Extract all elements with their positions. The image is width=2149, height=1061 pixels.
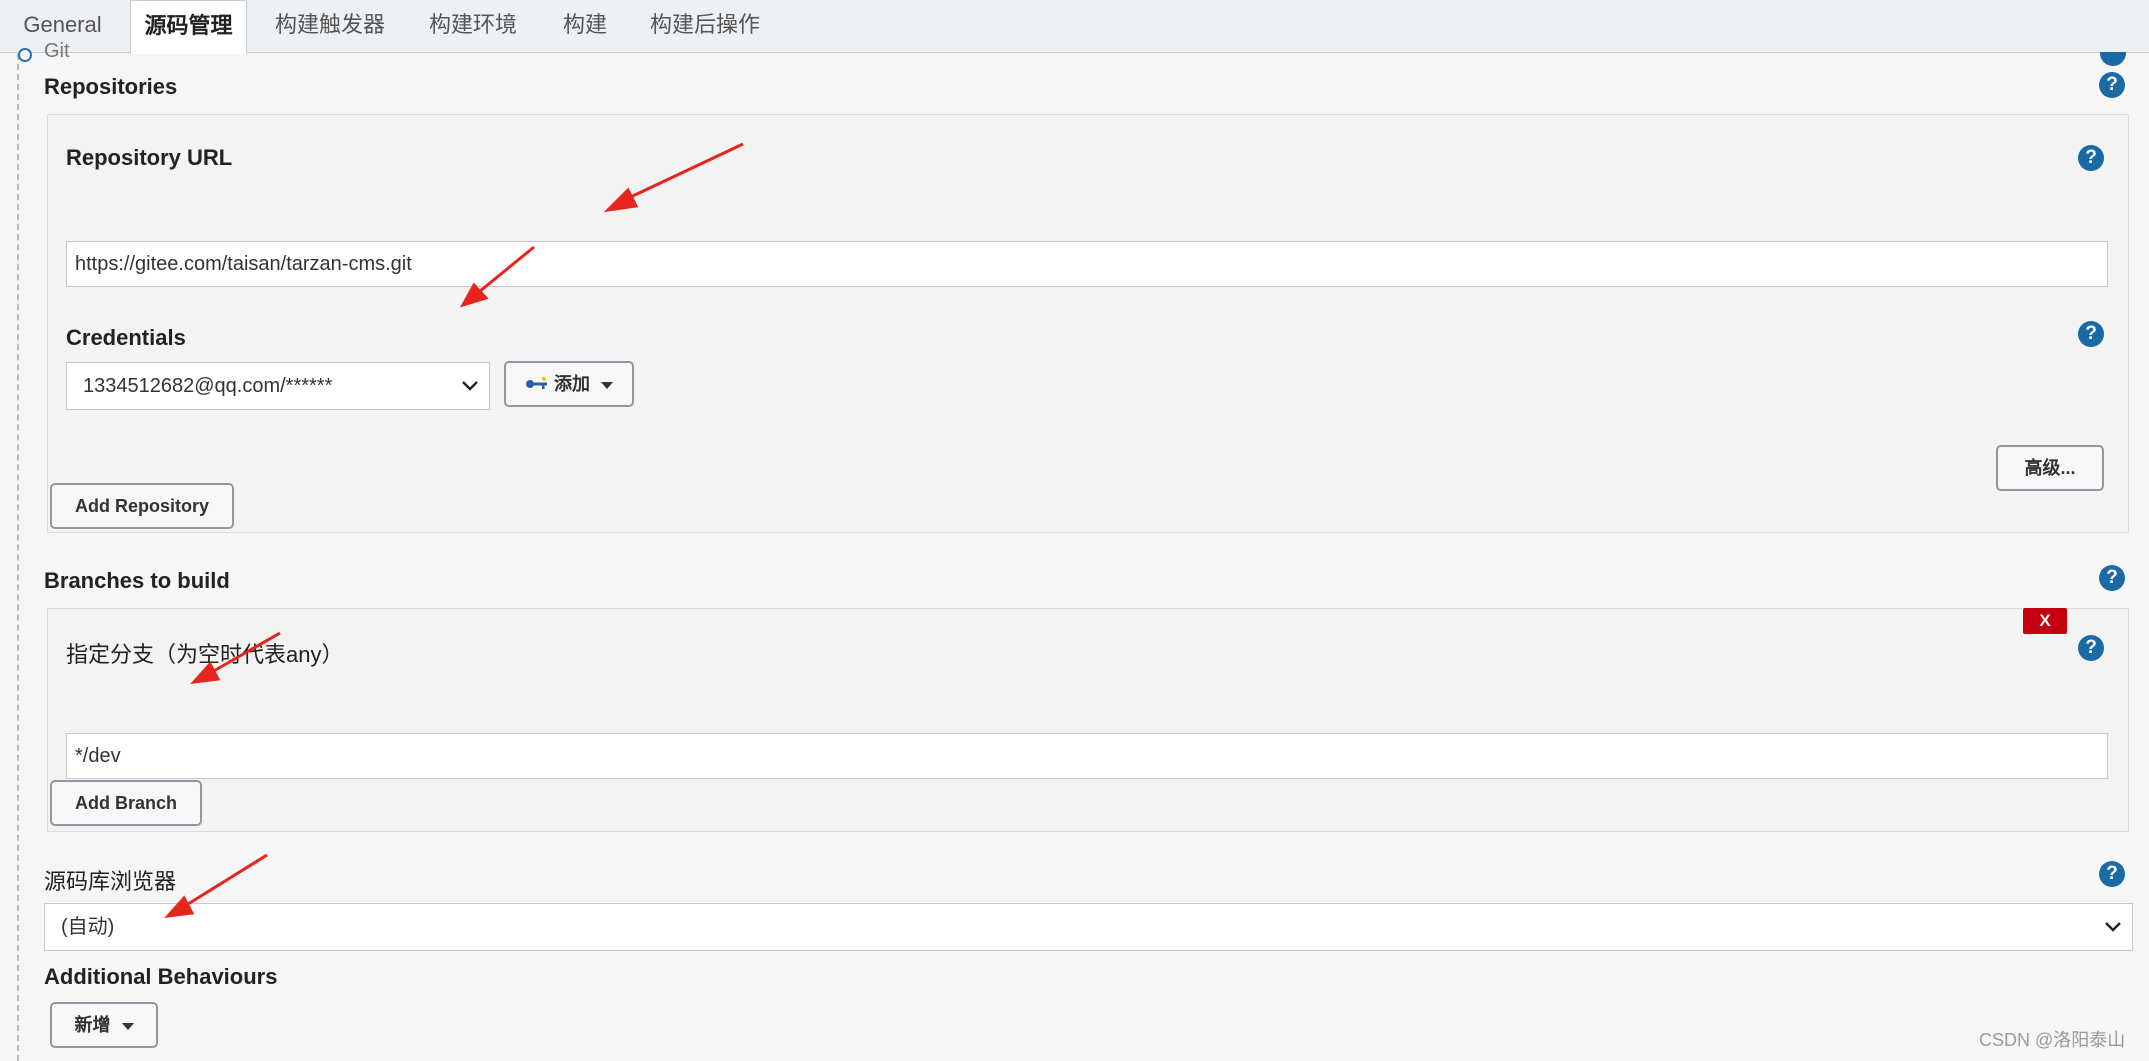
git-radio[interactable]: [18, 48, 32, 62]
tab-build-environment[interactable]: 构建环境: [418, 0, 528, 53]
tab-post-build[interactable]: 构建后操作: [640, 0, 770, 53]
help-icon[interactable]: ?: [2078, 145, 2104, 171]
branch-specifier-input[interactable]: */dev: [66, 733, 2108, 779]
chevron-down-icon: [2104, 904, 2122, 950]
key-icon: [525, 364, 549, 406]
help-icon[interactable]: ?: [2099, 861, 2125, 887]
branches-label: Branches to build: [44, 568, 230, 593]
help-icon[interactable]: ?: [2099, 72, 2125, 98]
add-credentials-button[interactable]: 添加: [504, 361, 634, 407]
repository-url-label: Repository URL: [66, 145, 233, 170]
caret-down-icon: [601, 381, 614, 389]
tab-bar: General 源码管理 构建触发器 构建环境 构建 构建后操作: [0, 0, 2149, 54]
tab-build[interactable]: 构建: [550, 0, 620, 53]
help-icon[interactable]: ?: [2099, 565, 2125, 591]
git-label: Git: [44, 40, 70, 62]
add-repository-button[interactable]: Add Repository: [50, 483, 234, 529]
repo-browser-select[interactable]: (自动): [44, 903, 2133, 951]
repo-browser-value: (自动): [61, 916, 115, 938]
add-behaviour-label: 新增: [74, 1015, 111, 1035]
credentials-value: 1334512682@qq.com/******: [83, 375, 333, 397]
help-icon[interactable]: ?: [2078, 635, 2104, 661]
additional-behaviours-label: Additional Behaviours: [44, 964, 278, 989]
chevron-down-icon: [461, 363, 479, 409]
repo-browser-label: 源码库浏览器: [44, 869, 177, 894]
repositories-label: Repositories: [44, 74, 178, 99]
help-icon[interactable]: [2100, 52, 2126, 66]
watermark: CSDN @洛阳泰山: [1979, 1030, 2126, 1050]
tab-scm[interactable]: 源码管理: [130, 0, 247, 54]
caret-down-icon: [121, 1022, 134, 1030]
add-behaviour-button[interactable]: 新增: [50, 1002, 158, 1048]
scm-section: Git Repositories ? Repository URL ? http…: [0, 40, 2149, 1061]
add-branch-button[interactable]: Add Branch: [50, 780, 202, 826]
advanced-button[interactable]: 高级...: [1996, 445, 2104, 491]
credentials-select[interactable]: 1334512682@qq.com/******: [66, 362, 490, 410]
add-credentials-label: 添加: [554, 374, 590, 394]
repository-panel: Repository URL ? https://gitee.com/taisa…: [47, 114, 2129, 533]
section-divider: [17, 54, 19, 1061]
repository-url-input[interactable]: https://gitee.com/taisan/tarzan-cms.git: [66, 241, 2108, 287]
delete-branch-button[interactable]: X: [2023, 608, 2067, 634]
branch-specifier-label: 指定分支（为空时代表any）: [66, 642, 344, 667]
credentials-label: Credentials: [66, 325, 186, 350]
help-icon[interactable]: ?: [2078, 321, 2104, 347]
branch-panel: 指定分支（为空时代表any） ? */dev: [47, 608, 2129, 832]
tab-build-triggers[interactable]: 构建触发器: [265, 0, 395, 53]
